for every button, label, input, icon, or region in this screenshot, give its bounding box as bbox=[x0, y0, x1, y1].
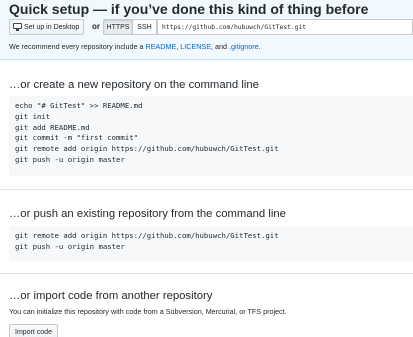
import-description: You can initialize this repository with … bbox=[9, 307, 287, 316]
quick-setup-title: Quick setup — if you’ve done this kind o… bbox=[9, 1, 369, 17]
section-divider bbox=[0, 189, 413, 190]
setup-in-desktop-button[interactable]: Set up in Desktop bbox=[9, 19, 85, 35]
recommendation-suffix: . bbox=[258, 42, 261, 51]
code-line: git remote add origin https://github.com… bbox=[15, 144, 279, 154]
code-line: echo "# GitTest" >> README.md bbox=[15, 101, 143, 110]
code-line: git push -u origin master bbox=[15, 241, 125, 251]
desktop-icon bbox=[13, 23, 22, 31]
import-code-button[interactable]: Import code bbox=[9, 324, 58, 337]
code-line: git commit -m "first commit" bbox=[15, 133, 139, 143]
code-line: git add README.md bbox=[15, 122, 90, 132]
readme-link[interactable]: README bbox=[146, 42, 177, 51]
code-line: git remote add origin https://github.com… bbox=[15, 231, 279, 240]
recommendation-prefix: We recommend every repository include a bbox=[9, 42, 146, 51]
license-link[interactable]: LICENSE bbox=[180, 42, 211, 51]
or-label: or bbox=[92, 22, 100, 31]
section-divider bbox=[0, 273, 413, 274]
quick-setup-panel: Quick setup — if you’ve done this kind o… bbox=[0, 0, 413, 60]
code-line: git init bbox=[15, 111, 51, 121]
import-title: …or import code from another repository bbox=[9, 290, 213, 302]
push-repo-title: …or push an existing repository from the… bbox=[9, 208, 286, 220]
clone-url-input[interactable]: https://github.com/hubuwch/GitTest.git bbox=[157, 19, 413, 35]
https-toggle[interactable]: HTTPS bbox=[103, 19, 133, 35]
push-repo-code-block[interactable]: git remote add origin https://github.com… bbox=[9, 226, 413, 261]
code-line: git push -u origin master bbox=[15, 154, 125, 164]
create-repo-title: …or create a new repository on the comma… bbox=[9, 79, 259, 91]
create-repo-code-block[interactable]: echo "# GitTest" >> README.md git init g… bbox=[9, 96, 413, 176]
recommendation-text: We recommend every repository include a … bbox=[9, 42, 261, 51]
gitignore-link[interactable]: .gitignore bbox=[229, 42, 259, 51]
separator-2: , and bbox=[211, 42, 230, 51]
setup-in-desktop-label: Set up in Desktop bbox=[24, 23, 80, 31]
ssh-toggle[interactable]: SSH bbox=[133, 19, 157, 35]
